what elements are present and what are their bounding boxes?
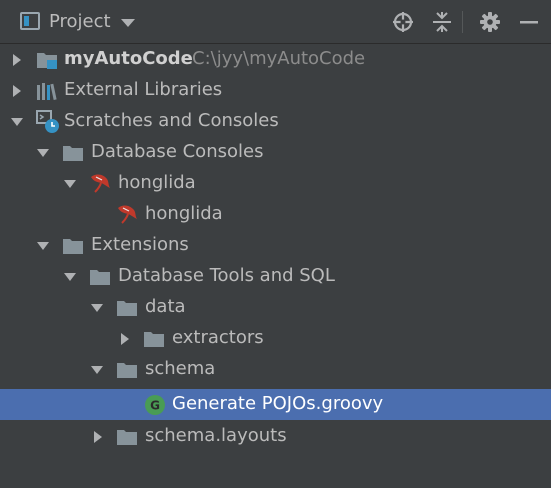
tree-item-external-libraries[interactable]: External Libraries bbox=[0, 75, 551, 106]
tree-item-schema-layouts[interactable]: schema.layouts bbox=[0, 421, 551, 452]
tree-item-schema[interactable]: schema bbox=[0, 354, 551, 385]
scratches-icon bbox=[36, 110, 59, 133]
module-path: C:\jyy\myAutoCode bbox=[192, 48, 366, 69]
library-icon bbox=[37, 83, 57, 101]
tree-item-database-tools-and-sql[interactable]: Database Tools and SQL bbox=[0, 261, 551, 292]
locate-icon[interactable] bbox=[391, 10, 415, 34]
folder-icon bbox=[63, 239, 83, 254]
settings-gear-icon[interactable] bbox=[478, 10, 502, 34]
tree-item-label: schema.layouts bbox=[145, 425, 287, 446]
tree-item-label: data bbox=[145, 296, 186, 317]
tree-item-label: Generate POJOs.groovy bbox=[172, 393, 384, 414]
project-view-icon[interactable] bbox=[20, 12, 40, 30]
mysql-icon bbox=[118, 205, 137, 224]
collapse-arrow-icon[interactable] bbox=[63, 177, 77, 191]
collapse-arrow-icon[interactable] bbox=[10, 115, 24, 129]
tree-item-label: Database Tools and SQL bbox=[118, 265, 335, 286]
tree-item-label: myAutoCode bbox=[64, 48, 193, 69]
toolbar-separator bbox=[462, 11, 463, 33]
collapse-arrow-icon[interactable] bbox=[90, 301, 104, 315]
groovy-file-icon: G bbox=[145, 395, 165, 415]
folder-icon bbox=[90, 270, 110, 285]
collapse-arrow-icon[interactable] bbox=[90, 363, 104, 377]
tree-item-data[interactable]: data bbox=[0, 292, 551, 323]
dropdown-caret-icon[interactable] bbox=[121, 19, 135, 27]
folder-icon bbox=[117, 301, 137, 316]
tree-item-generate-pojos-groovy[interactable]: G Generate POJOs.groovy bbox=[0, 389, 551, 420]
folder-icon bbox=[63, 146, 83, 161]
tree-item-extractors[interactable]: extractors bbox=[0, 323, 551, 354]
collapse-arrow-icon[interactable] bbox=[36, 146, 50, 160]
tree-item-label: External Libraries bbox=[64, 79, 223, 100]
tree-item-label: Extensions bbox=[91, 234, 189, 255]
folder-icon bbox=[117, 430, 137, 445]
tree-item-label: honglida bbox=[145, 203, 223, 224]
svg-text:G: G bbox=[150, 399, 160, 413]
tree-item-label: Database Consoles bbox=[91, 141, 264, 162]
hide-minus-icon[interactable] bbox=[517, 10, 541, 34]
tree-item-label: schema bbox=[145, 358, 216, 379]
tree-item-label: honglida bbox=[118, 172, 196, 193]
expand-arrow-icon[interactable] bbox=[10, 84, 24, 98]
tree-item-myautocode[interactable]: myAutoCode C:\jyy\myAutoCode bbox=[0, 44, 551, 75]
tree-item-honglida-console[interactable]: honglida bbox=[0, 199, 551, 230]
tree-item-honglida-datasource[interactable]: honglida bbox=[0, 168, 551, 199]
collapse-all-icon[interactable] bbox=[430, 10, 454, 34]
expand-arrow-icon[interactable] bbox=[91, 430, 105, 444]
tree-item-label: Scratches and Consoles bbox=[64, 110, 279, 131]
module-folder-icon bbox=[37, 53, 57, 69]
expand-arrow-icon[interactable] bbox=[118, 332, 132, 346]
tool-window-header: Project bbox=[0, 0, 551, 44]
folder-icon bbox=[144, 332, 164, 347]
folder-icon bbox=[117, 363, 137, 378]
collapse-arrow-icon[interactable] bbox=[63, 270, 77, 284]
tree-item-database-consoles[interactable]: Database Consoles bbox=[0, 137, 551, 168]
tree-item-label: extractors bbox=[172, 327, 264, 348]
tree-item-scratches-and-consoles[interactable]: Scratches and Consoles bbox=[0, 106, 551, 137]
tool-window-title[interactable]: Project bbox=[49, 10, 111, 34]
mysql-icon bbox=[91, 174, 110, 193]
tree-item-extensions[interactable]: Extensions bbox=[0, 230, 551, 261]
collapse-arrow-icon[interactable] bbox=[36, 239, 50, 253]
expand-arrow-icon[interactable] bbox=[10, 53, 24, 67]
